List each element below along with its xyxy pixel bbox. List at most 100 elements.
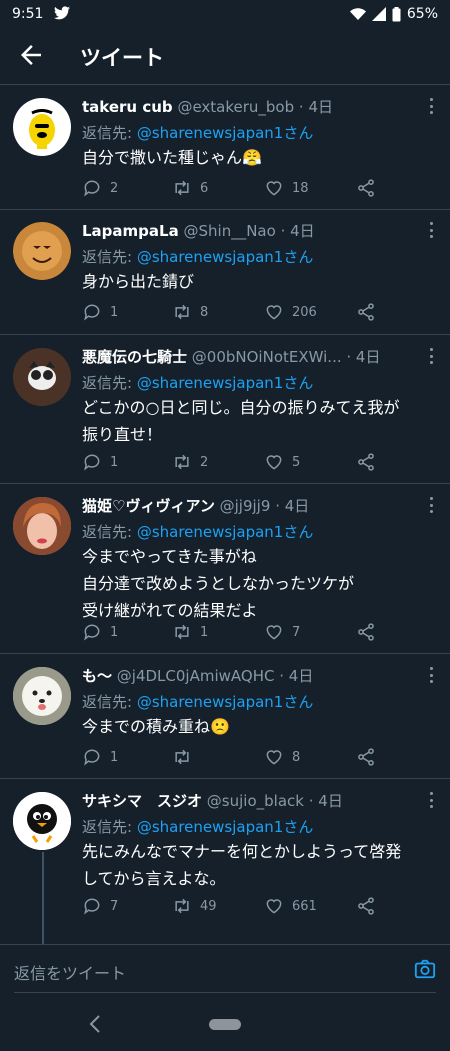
like-count: 18 bbox=[292, 180, 309, 196]
reply-to-label: 返信先: bbox=[82, 818, 137, 836]
retweet-count: 49 bbox=[200, 898, 217, 914]
avatar[interactable] bbox=[13, 497, 71, 555]
reply-count: 7 bbox=[110, 898, 119, 914]
reply-to: 返信先: @sharenewsjapan1さん bbox=[82, 246, 313, 267]
home-pill[interactable] bbox=[209, 1019, 241, 1030]
more-icon[interactable] bbox=[428, 497, 434, 513]
signal-icon bbox=[371, 7, 386, 21]
tweet-actions: 1 8 bbox=[82, 747, 382, 769]
display-name[interactable]: 猫姫♡ヴィヴィアン bbox=[82, 497, 215, 515]
share-button[interactable] bbox=[356, 896, 376, 916]
tweet-header: も〜 @j4DLC0jAmiwAQHC · 4日 bbox=[82, 665, 313, 686]
reply-button[interactable]: 2 bbox=[82, 178, 118, 198]
retweet-button[interactable] bbox=[172, 747, 200, 767]
user-handle: @j4DLC0jAmiwAQHC bbox=[116, 667, 275, 685]
reply-icon bbox=[84, 624, 100, 641]
tweet-actions: 1 1 7 bbox=[82, 622, 382, 644]
avatar[interactable] bbox=[13, 222, 71, 280]
like-count: 5 bbox=[292, 454, 301, 470]
status-time: 9:51 bbox=[12, 6, 44, 22]
user-handle: @Shin__Nao bbox=[183, 222, 276, 240]
reply-to: 返信先: @sharenewsjapan1さん bbox=[82, 521, 313, 542]
retweet-icon bbox=[175, 749, 189, 765]
reply-count: 1 bbox=[110, 304, 119, 320]
reply-button[interactable]: 1 bbox=[82, 622, 118, 642]
avatar[interactable] bbox=[13, 667, 71, 725]
app-bar: ツイート bbox=[0, 28, 450, 84]
avatar[interactable] bbox=[13, 98, 71, 156]
display-name[interactable]: LapampaLa bbox=[82, 222, 179, 240]
like-button[interactable]: 661 bbox=[264, 896, 317, 916]
back-arrow-icon[interactable] bbox=[16, 40, 46, 70]
tweet-time: · 4日 bbox=[298, 98, 334, 116]
like-count: 206 bbox=[292, 304, 317, 320]
more-icon[interactable] bbox=[428, 222, 434, 238]
share-button[interactable] bbox=[356, 622, 376, 642]
reply-mention-link[interactable]: @sharenewsjapan1さん bbox=[137, 818, 314, 836]
reply-input[interactable]: 返信をツイート bbox=[14, 960, 126, 984]
divider bbox=[0, 209, 450, 210]
like-button[interactable]: 8 bbox=[264, 747, 300, 767]
reply-count: 1 bbox=[110, 749, 119, 765]
display-name[interactable]: サキシマ スジオ bbox=[82, 792, 202, 810]
reply-mention-link[interactable]: @sharenewsjapan1さん bbox=[137, 248, 314, 266]
share-icon bbox=[358, 303, 374, 321]
divider bbox=[0, 84, 450, 85]
more-icon[interactable] bbox=[428, 98, 434, 114]
reply-mention-link[interactable]: @sharenewsjapan1さん bbox=[137, 374, 314, 392]
tweet-text: 先にみんなでマナーを何とかしようって啓発 してから言えよな。 bbox=[82, 842, 402, 888]
like-button[interactable]: 206 bbox=[264, 302, 317, 322]
divider bbox=[0, 778, 450, 779]
reply-button[interactable]: 1 bbox=[82, 452, 118, 472]
more-icon[interactable] bbox=[428, 667, 434, 683]
retweet-button[interactable]: 49 bbox=[172, 896, 217, 916]
battery-percent: 65% bbox=[406, 6, 438, 22]
divider bbox=[0, 483, 450, 484]
like-button[interactable]: 7 bbox=[264, 622, 300, 642]
nav-back-icon[interactable] bbox=[88, 1014, 102, 1038]
status-icons: 65% bbox=[349, 6, 438, 22]
reply-button[interactable]: 7 bbox=[82, 896, 118, 916]
like-button[interactable]: 5 bbox=[264, 452, 300, 472]
page-title: ツイート bbox=[80, 46, 164, 70]
display-name[interactable]: 悪魔伝の七騎士 bbox=[82, 348, 187, 366]
display-name[interactable]: takeru cub bbox=[82, 98, 173, 116]
tweet-text: どこかの○日と同じ。自分の振りみてえ我が 振り直せ！ bbox=[82, 398, 400, 444]
reply-mention-link[interactable]: @sharenewsjapan1さん bbox=[137, 523, 314, 541]
reply-to: 返信先: @sharenewsjapan1さん bbox=[82, 372, 313, 393]
share-button[interactable] bbox=[356, 302, 376, 322]
reply-to-label: 返信先: bbox=[82, 374, 137, 392]
like-count: 661 bbox=[292, 898, 317, 914]
reply-icon bbox=[84, 898, 100, 915]
like-icon bbox=[266, 305, 282, 320]
share-button[interactable] bbox=[356, 747, 376, 767]
like-icon bbox=[266, 899, 282, 914]
reply-button[interactable]: 1 bbox=[82, 747, 118, 767]
like-icon bbox=[266, 625, 282, 640]
reply-mention-link[interactable]: @sharenewsjapan1さん bbox=[137, 124, 314, 142]
reply-mention-link[interactable]: @sharenewsjapan1さん bbox=[137, 693, 314, 711]
retweet-button[interactable]: 6 bbox=[172, 178, 208, 198]
tweet-text: 自分で撒いた種じゃん😤 bbox=[82, 148, 262, 167]
camera-icon[interactable] bbox=[414, 958, 436, 984]
share-button[interactable] bbox=[356, 452, 376, 472]
retweet-button[interactable]: 2 bbox=[172, 452, 208, 472]
tweet-text: 今までやってきた事がね 自分達で改めようとしなかったツケが 受け継がれての結果だ… bbox=[82, 547, 355, 620]
reply-button[interactable]: 1 bbox=[82, 302, 118, 322]
display-name[interactable]: も〜 bbox=[82, 667, 112, 685]
share-icon bbox=[358, 453, 374, 471]
like-count: 7 bbox=[292, 624, 301, 640]
tweet-time: · 4日 bbox=[308, 792, 343, 810]
avatar[interactable] bbox=[13, 348, 71, 406]
like-button[interactable]: 18 bbox=[264, 178, 309, 198]
status-bar: 9:51 65% bbox=[0, 0, 450, 28]
system-nav-bar bbox=[0, 1000, 450, 1051]
more-icon[interactable] bbox=[428, 792, 434, 808]
retweet-button[interactable]: 8 bbox=[172, 302, 208, 322]
retweet-count: 8 bbox=[200, 304, 209, 320]
share-button[interactable] bbox=[356, 178, 376, 198]
reply-to-label: 返信先: bbox=[82, 523, 137, 541]
more-icon[interactable] bbox=[428, 348, 434, 364]
retweet-button[interactable]: 1 bbox=[172, 622, 208, 642]
avatar[interactable] bbox=[13, 792, 71, 850]
